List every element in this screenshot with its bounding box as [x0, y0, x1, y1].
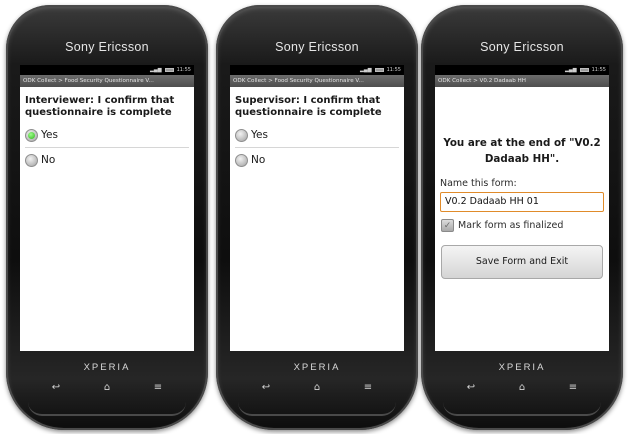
hardware-keys: ↩ ⌂ ≡	[42, 379, 172, 397]
option-no[interactable]: No	[25, 149, 189, 171]
screen: ▂▄▆ 11:55 ODK Collect > Food Security Qu…	[20, 65, 194, 351]
question-text: Interviewer: I confirm that questionnair…	[25, 95, 175, 118]
name-form-label: Name this form:	[440, 178, 517, 189]
option-label: No	[41, 154, 56, 166]
option-label: No	[251, 154, 266, 166]
bottom-trim	[443, 402, 601, 416]
bottom-trim	[238, 402, 396, 416]
bottom-trim	[28, 402, 186, 416]
phone-1: Sony Ericsson ▂▄▆ 11:55 ODK Collect > Fo…	[6, 5, 208, 430]
menu-icon[interactable]: ≡	[559, 379, 587, 397]
phone-3: Sony Ericsson ▂▄▆ 11:55 ODK Collect > V0…	[421, 5, 623, 430]
end-message: You are at the end of "V0.2 Dadaab HH".	[443, 137, 601, 165]
battery-icon	[164, 68, 174, 72]
divider	[235, 147, 399, 148]
status-bar: ▂▄▆ 11:55	[20, 65, 194, 75]
status-time: 11:55	[591, 67, 606, 73]
menu-icon[interactable]: ≡	[144, 379, 172, 397]
status-bar: ▂▄▆ 11:55	[230, 65, 404, 75]
form-name-input[interactable]: V0.2 Dadaab HH 01	[440, 192, 604, 212]
hardware-keys: ↩ ⌂ ≡	[252, 379, 382, 397]
finalize-label: Mark form as finalized	[458, 220, 564, 231]
battery-icon	[579, 68, 589, 72]
option-no[interactable]: No	[235, 149, 399, 171]
model-logo: XPERIA	[293, 362, 341, 373]
back-icon[interactable]: ↩	[252, 379, 280, 397]
question-text: Supervisor: I confirm that questionnaire…	[235, 95, 382, 118]
brand-logo: Sony Ericsson	[65, 40, 149, 54]
model-logo: XPERIA	[83, 362, 131, 373]
brand-logo: Sony Ericsson	[480, 40, 564, 54]
app-title-bar: ODK Collect > Food Security Questionnair…	[20, 75, 194, 87]
back-icon[interactable]: ↩	[42, 379, 70, 397]
screen: ▂▄▆ 11:55 ODK Collect > Food Security Qu…	[230, 65, 404, 351]
home-icon[interactable]: ⌂	[508, 379, 536, 397]
signal-icon: ▂▄▆	[360, 67, 372, 73]
home-icon[interactable]: ⌂	[93, 379, 121, 397]
checkbox-checked-icon[interactable]: ✓	[441, 219, 454, 232]
status-bar: ▂▄▆ 11:55	[435, 65, 609, 75]
radio-selected-icon[interactable]	[25, 128, 38, 142]
signal-icon: ▂▄▆	[150, 67, 162, 73]
battery-icon	[374, 68, 384, 72]
radio-icon[interactable]	[25, 153, 38, 167]
model-logo: XPERIA	[498, 362, 546, 373]
finalize-option[interactable]: ✓ Mark form as finalized	[441, 219, 604, 232]
menu-icon[interactable]: ≡	[354, 379, 382, 397]
brand-logo: Sony Ericsson	[275, 40, 359, 54]
option-label: Yes	[251, 129, 268, 141]
radio-icon[interactable]	[235, 153, 248, 167]
app-title-bar: ODK Collect > V0.2 Dadaab HH	[435, 75, 609, 87]
screen: ▂▄▆ 11:55 ODK Collect > V0.2 Dadaab HH Y…	[435, 65, 609, 351]
save-form-and-exit-button[interactable]: Save Form and Exit	[441, 245, 603, 279]
app-title-bar: ODK Collect > Food Security Questionnair…	[230, 75, 404, 87]
option-yes[interactable]: Yes	[25, 124, 189, 146]
back-icon[interactable]: ↩	[457, 379, 485, 397]
signal-icon: ▂▄▆	[565, 67, 577, 73]
divider	[25, 147, 189, 148]
option-label: Yes	[41, 129, 58, 141]
status-time: 11:55	[386, 67, 401, 73]
home-icon[interactable]: ⌂	[303, 379, 331, 397]
status-time: 11:55	[176, 67, 191, 73]
phone-2: Sony Ericsson ▂▄▆ 11:55 ODK Collect > Fo…	[216, 5, 418, 430]
radio-icon[interactable]	[235, 128, 248, 142]
option-yes[interactable]: Yes	[235, 124, 399, 146]
hardware-keys: ↩ ⌂ ≡	[457, 379, 587, 397]
